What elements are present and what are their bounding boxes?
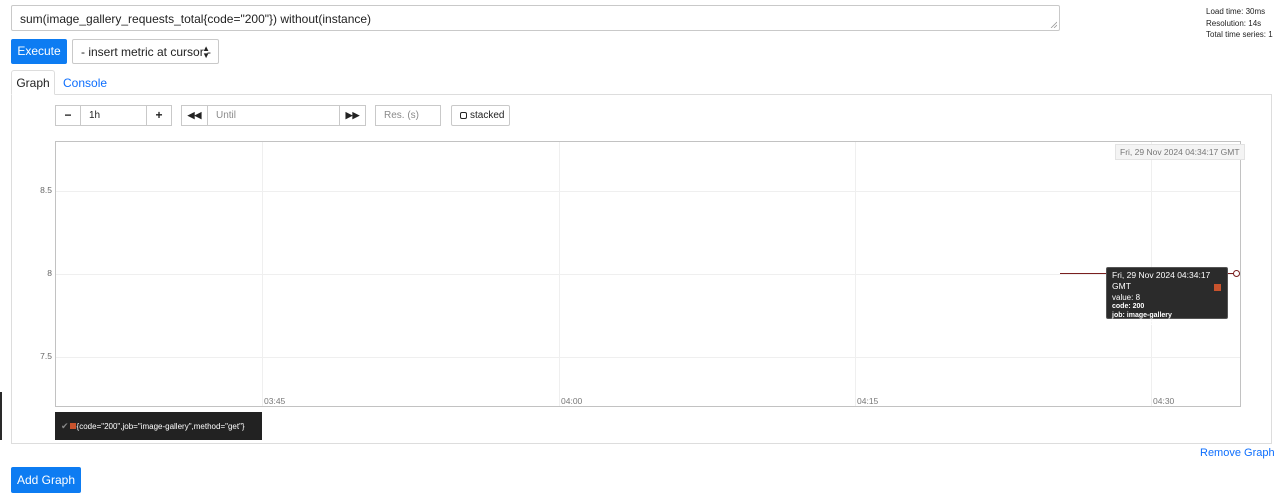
stacked-label: stacked	[470, 110, 505, 121]
load-time: Load time: 30ms	[1206, 7, 1266, 16]
x-tick-label: 04:30	[1153, 396, 1175, 406]
range-increase-button[interactable]: +	[146, 105, 172, 126]
x-tick-label: 03:45	[264, 396, 286, 406]
remove-graph-link[interactable]: Remove Graph	[1200, 447, 1275, 459]
stacked-toggle[interactable]: stacked	[451, 105, 510, 126]
tab-graph[interactable]: Graph	[11, 70, 55, 95]
fast-forward-icon: ▶▶	[345, 110, 360, 120]
rewind-icon: ◀◀	[187, 110, 202, 120]
tooltip-label: method: get	[1112, 320, 1153, 327]
select-caret-icon: ▲ ▼	[202, 44, 210, 60]
x-tick-label: 04:00	[561, 396, 583, 406]
execute-button[interactable]: Execute	[11, 39, 67, 64]
tooltip-value: value: 8	[1112, 293, 1141, 302]
series-color-swatch	[1214, 284, 1221, 291]
graph-plot-area[interactable]	[55, 141, 1241, 407]
insert-metric-select[interactable]: - insert metric at cursor - ▲ ▼	[72, 39, 219, 64]
time-back-button[interactable]: ◀◀	[181, 105, 208, 126]
series-point[interactable]	[1233, 270, 1240, 277]
hover-time-label: Fri, 29 Nov 2024 04:34:17 GMT	[1115, 144, 1245, 160]
range-decrease-button[interactable]: −	[55, 105, 81, 126]
y-tick-label: 7.5	[40, 351, 52, 361]
window-edge	[0, 392, 2, 440]
checkbox-icon	[460, 112, 467, 119]
total-time-series: Total time series: 1	[1206, 30, 1273, 39]
tooltip-time: Fri, 29 Nov 2024 04:34:17 GMT	[1112, 270, 1211, 291]
legend-color-swatch	[69, 423, 76, 429]
check-icon: ✔	[61, 421, 69, 431]
time-forward-button[interactable]: ▶▶	[339, 105, 366, 126]
tab-console[interactable]: Console	[63, 76, 107, 90]
value-tooltip: Fri, 29 Nov 2024 04:34:17 GMT value: 8 c…	[1106, 267, 1228, 327]
expression-input[interactable]: sum(image_gallery_requests_total{code="2…	[11, 5, 1060, 31]
until-input[interactable]: Until	[207, 105, 340, 126]
gridline-horizontal	[56, 274, 1240, 275]
range-input[interactable]: 1h	[80, 105, 147, 126]
gridline-horizontal	[56, 357, 1240, 358]
resolution-input[interactable]: Res. (s)	[375, 105, 441, 126]
tooltip-label: code: 200	[1112, 303, 1145, 310]
series-legend-item[interactable]: ✔ {code="200",job="image-gallery",method=…	[55, 412, 262, 440]
resize-grip-icon[interactable]	[1050, 21, 1057, 28]
add-graph-button[interactable]: Add Graph	[11, 467, 81, 493]
metric-select-label: - insert metric at cursor -	[81, 45, 212, 59]
legend-label: {code="200",job="image-gallery",method="…	[76, 422, 245, 431]
x-tick-label: 04:15	[857, 396, 879, 406]
query-stats: Load time: 30ms Resolution: 14s Total ti…	[1206, 6, 1273, 41]
tooltip-label: job: image-gallery	[1112, 311, 1172, 319]
gridline-horizontal	[56, 191, 1240, 192]
y-tick-label: 8.5	[40, 185, 52, 195]
y-tick-label: 8	[47, 268, 52, 278]
expression-text: sum(image_gallery_requests_total{code="2…	[20, 12, 372, 26]
resolution: Resolution: 14s	[1206, 18, 1262, 28]
